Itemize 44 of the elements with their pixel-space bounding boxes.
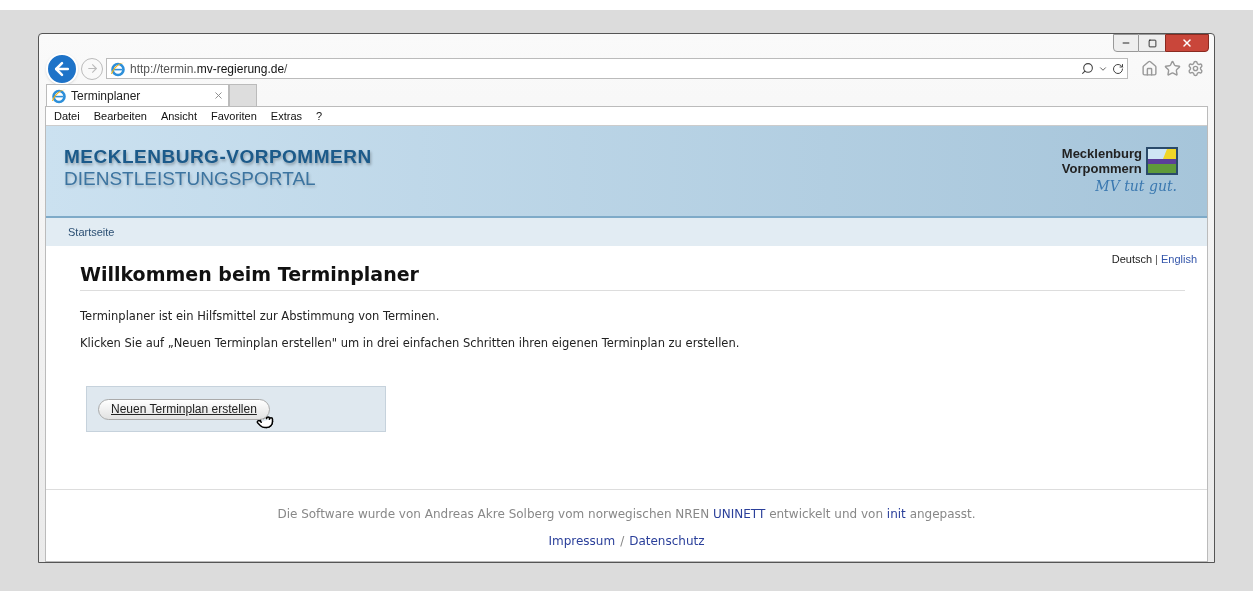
address-bar[interactable]: http://termin.mv-regierung.de/ <box>106 58 1128 79</box>
tab-title: Terminplaner <box>71 87 141 105</box>
maximize-icon <box>1147 38 1157 48</box>
menu-item[interactable]: Bearbeiten <box>93 107 147 125</box>
init-link[interactable]: init <box>886 507 906 521</box>
search-icon[interactable] <box>1081 62 1094 75</box>
browser-tab[interactable]: Terminplaner <box>46 84 229 106</box>
refresh-icon[interactable] <box>1112 62 1124 75</box>
footer-link[interactable]: Impressum <box>548 532 616 550</box>
language-link[interactable]: English <box>1160 251 1197 268</box>
settings-icon[interactable] <box>1187 60 1204 77</box>
menu-item[interactable]: ? <box>316 107 323 125</box>
separator: | <box>1155 252 1158 267</box>
credit-text: Die Software wurde von Andreas Akre Solberg vom norwegischen NREN UNINETT entwickelt und von init angepasst. <box>277 506 976 523</box>
intro-text: Terminplaner ist ein Hilfsmittel zur Abstimmung von Terminen. <box>80 307 441 325</box>
intro-text: Klicken Sie auf „Neuen Terminplan erstellen" um in drei einfachen Schritten ihren eigenen Terminplan zu erstellen. <box>80 334 741 352</box>
browser-logo-icon <box>51 87 67 104</box>
url-text: http://termin.mv-regierung.de/ <box>130 60 288 78</box>
flag-logo-icon <box>1145 146 1179 176</box>
maximize-button[interactable] <box>1139 34 1165 52</box>
menu-item[interactable]: Ansicht <box>160 107 197 125</box>
minimize-button[interactable] <box>1113 34 1139 52</box>
create-schedule-button[interactable]: Neuen Terminplan erstellen <box>98 398 270 420</box>
forward-arrow-icon <box>85 62 99 75</box>
menu-item[interactable]: Extras <box>270 107 303 125</box>
close-tab-icon[interactable] <box>213 90 224 101</box>
favorites-icon[interactable] <box>1164 60 1181 77</box>
nav-link[interactable]: Startseite <box>68 223 115 241</box>
footer-link[interactable]: Datenschutz <box>629 532 705 550</box>
uninett-link[interactable]: UNINETT <box>713 507 766 521</box>
portal-title: MECKLENBURG-VORPOMMERN <box>64 146 372 168</box>
portal-subtitle: DIENSTLEISTUNGSPORTAL <box>64 168 317 190</box>
menu-item[interactable]: Favoriten <box>211 107 257 125</box>
browser-logo-icon <box>110 60 126 77</box>
close-icon <box>1181 37 1193 49</box>
back-button[interactable] <box>46 52 78 85</box>
language-link[interactable]: Deutsch <box>1111 251 1153 268</box>
logo-text: Mecklenburg <box>1061 146 1142 161</box>
separator: / <box>620 533 625 550</box>
close-button[interactable] <box>1165 34 1209 52</box>
slogan: MV tut gut. <box>1095 177 1177 196</box>
home-icon[interactable] <box>1141 60 1158 77</box>
menu-item[interactable]: Datei <box>54 107 80 125</box>
logo-text: Vorpommern <box>1061 161 1142 176</box>
